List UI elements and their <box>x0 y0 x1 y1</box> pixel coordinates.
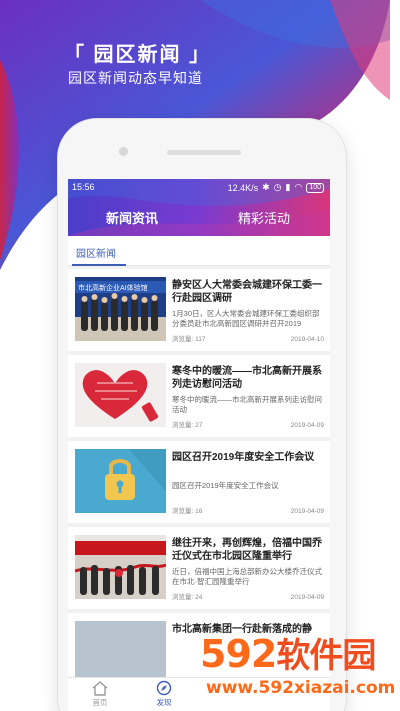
watermark-number: 592 <box>200 632 277 676</box>
news-thumbnail: 市北高新企业AI体验馆 <box>75 277 166 341</box>
watermark-logo: 592软件园 <box>200 628 376 677</box>
list-item[interactable]: 继往开来，再创辉煌，倍福中国乔迁仪式在市北园区隆重举行 近日，倍福中国上海总部新… <box>68 527 330 609</box>
news-thumbnail <box>75 449 166 513</box>
news-title: 园区召开2019年度安全工作会议 <box>172 452 315 463</box>
nav-home[interactable]: 首页 <box>70 680 130 708</box>
news-title: 静安区人大常委会城建环保工委一行赴园区调研 <box>172 280 322 304</box>
signal-icon: ▮ <box>285 182 291 192</box>
promo-subline: 园区新闻动态早知道 <box>68 70 203 86</box>
tab-park-news[interactable]: 园区新闻 <box>76 245 116 260</box>
watermark-url: www.592xiazai.com <box>206 678 396 698</box>
network-speed: 12.4K/s <box>227 182 259 193</box>
watermark-name: 软件园 <box>276 636 376 676</box>
news-summary: 近日，倍福中国上海总部新办公大楼乔迁仪式在市北·智汇园隆重举行 <box>172 567 322 586</box>
news-summary: 寒冬中的暖流——市北高新开展系列走访慰问活动 <box>172 395 322 414</box>
sub-tab-bar: 园区新闻 <box>68 236 330 266</box>
list-item[interactable]: 市北高新企业AI体验馆 静安区人大常委会城建环保工委一行赴园区调研 1月30日，… <box>68 269 330 351</box>
tab-news[interactable]: 新闻资讯 <box>106 208 158 227</box>
news-title: 寒冬中的暖流——市北高新开展系列走访慰问活动 <box>172 366 322 390</box>
list-item[interactable]: 园区召开2019年度安全工作会议 园区召开2019年度安全工作会议 浏览量: 1… <box>68 441 330 523</box>
status-indicators: 12.4K/s ✱ ◷ ▮ ◠ 100 <box>228 182 324 193</box>
promo-headline: 「 园区新闻 」 <box>64 44 212 66</box>
app-header: 15:56 12.4K/s ✱ ◷ ▮ ◠ 100 新闻资讯 精彩活动 <box>68 179 330 236</box>
tab-activities[interactable]: 精彩活动 <box>238 208 290 227</box>
nav-home-label: 首页 <box>92 698 108 707</box>
news-summary: 园区召开2019年度安全工作会议 <box>172 481 279 490</box>
news-views: 浏览量: 27 <box>172 422 203 429</box>
news-views: 浏览量: 16 <box>172 508 203 515</box>
news-title: 继往开来，再创辉煌，倍福中国乔迁仪式在市北园区隆重举行 <box>172 538 322 562</box>
active-tab-indicator <box>72 264 126 266</box>
discover-icon <box>156 680 172 696</box>
thumbnail-caption: 市北高新企业AI体验馆 <box>78 283 148 292</box>
news-date: 2019-04-09 <box>290 508 324 515</box>
nav-discover-label: 发现 <box>156 698 172 707</box>
news-thumbnail <box>75 621 166 685</box>
alarm-icon: ◷ <box>273 182 282 192</box>
site-watermark: 592软件园 www.592xiazai.com <box>200 628 400 711</box>
news-views: 浏览量: 24 <box>172 594 203 601</box>
list-item[interactable]: 寒冬中的暖流——市北高新开展系列走访慰问活动 寒冬中的暖流——市北高新开展系列走… <box>68 355 330 437</box>
news-thumbnail <box>75 363 166 427</box>
news-date: 2019-04-09 <box>290 594 324 601</box>
wifi-icon: ◠ <box>294 182 303 192</box>
status-time: 15:56 <box>72 182 95 192</box>
news-date: 2019-04-10 <box>290 336 324 343</box>
phone-speaker <box>167 150 241 155</box>
nav-discover[interactable]: 发现 <box>134 680 194 708</box>
news-date: 2019-04-09 <box>290 422 324 429</box>
phone-camera <box>119 147 128 156</box>
news-views: 浏览量: 117 <box>172 336 206 343</box>
status-bar: 15:56 12.4K/s ✱ ◷ ▮ ◠ 100 <box>68 179 330 195</box>
bluetooth-icon: ✱ <box>262 182 270 192</box>
news-thumbnail <box>75 535 166 599</box>
home-icon <box>92 681 108 696</box>
battery-icon: 100 <box>306 182 324 193</box>
news-summary: 1月30日，区人大常委会城建环保工委组织部分委员赴市北高新园区调研并召开2019 <box>172 309 320 328</box>
